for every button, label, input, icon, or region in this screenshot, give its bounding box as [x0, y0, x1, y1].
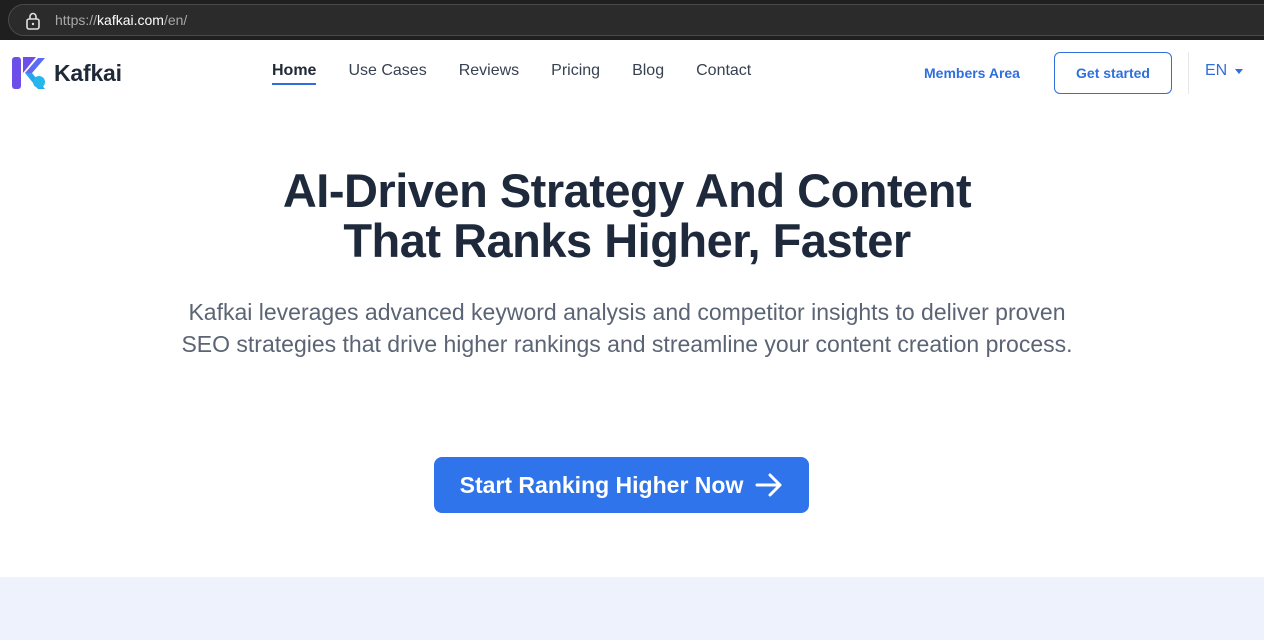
nav-blog[interactable]: Blog — [632, 62, 664, 85]
language-label: EN — [1205, 62, 1228, 79]
url-prefix: https:// — [55, 12, 98, 28]
browser-toolbar: https://kafkai.com/en/ — [0, 0, 1264, 40]
start-ranking-button[interactable]: Start Ranking Higher Now — [434, 457, 809, 513]
cta-label: Start Ranking Higher Now — [459, 471, 744, 498]
nav-pricing[interactable]: Pricing — [551, 62, 600, 85]
next-section-band — [0, 577, 1264, 640]
nav-contact[interactable]: Contact — [696, 62, 751, 85]
chevron-down-icon — [1235, 68, 1244, 74]
kafkai-logo-icon — [12, 57, 45, 89]
lock-icon — [26, 12, 40, 30]
hero-title-line-1: AI-Driven Strategy And Content — [282, 164, 972, 217]
main-nav: Home Use Cases Reviews Pricing Blog Cont… — [272, 62, 783, 85]
language-selector[interactable]: EN — [1205, 62, 1244, 80]
nav-home[interactable]: Home — [272, 62, 317, 85]
header-divider — [1188, 52, 1189, 94]
nav-reviews[interactable]: Reviews — [459, 62, 519, 85]
url-text[interactable]: https://kafkai.com/en/ — [55, 12, 187, 28]
hero-subtitle: Kafkai leverages advanced keyword analys… — [181, 299, 1073, 357]
hero-title: AI-Driven Strategy And Content That Rank… — [0, 166, 1254, 266]
url-path: /en/ — [163, 12, 188, 28]
brand-name: Kafkai — [54, 59, 122, 86]
url-host: kafkai.com — [97, 12, 164, 28]
get-started-button[interactable]: Get started — [1054, 52, 1172, 94]
arrow-right-icon — [755, 473, 782, 497]
members-area-link[interactable]: Members Area — [924, 65, 1020, 81]
site-header: Kafkai Home Use Cases Reviews Pricing Bl… — [0, 40, 1264, 106]
nav-use-cases[interactable]: Use Cases — [348, 62, 426, 85]
hero-title-line-2: That Ranks Higher, Faster — [343, 214, 911, 267]
logo[interactable]: Kafkai — [12, 56, 122, 90]
address-bar[interactable] — [8, 4, 1264, 36]
